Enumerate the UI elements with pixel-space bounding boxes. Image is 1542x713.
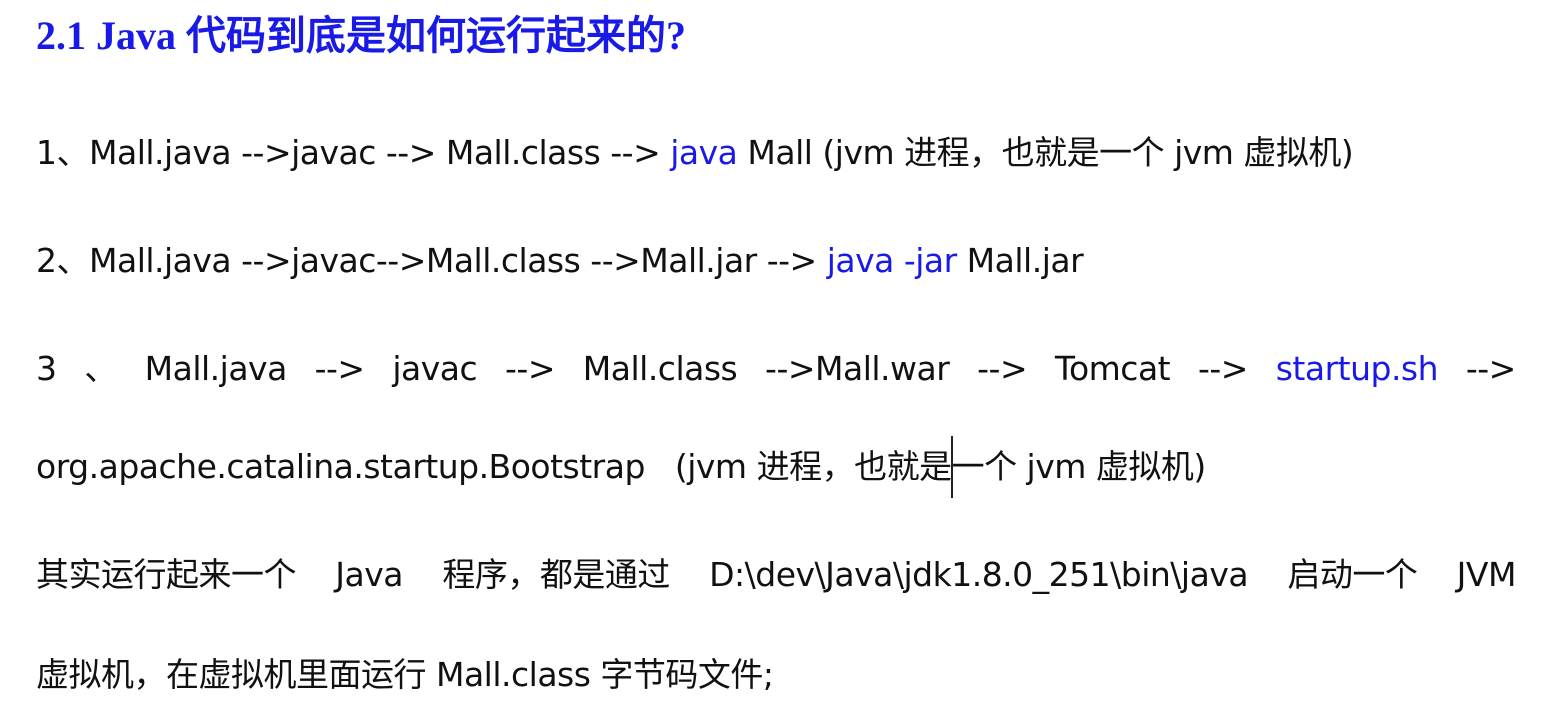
summary-token: 启动一个 bbox=[1287, 555, 1418, 594]
step-3-line: 3 、 Mall.java --> javac --> Mall.class -… bbox=[36, 344, 1516, 394]
step-3-token: -->Mall.war bbox=[765, 349, 950, 388]
step-3-token: --> bbox=[977, 349, 1028, 388]
section-heading: 2.1 Java 代码到底是如何运行起来的? bbox=[36, 13, 686, 58]
step-1-line: 1、Mall.java -->javac --> Mall.class --> … bbox=[36, 128, 1354, 178]
summary-token: Java bbox=[335, 555, 404, 594]
summary-token: 程序，都是通过 bbox=[442, 555, 670, 594]
step-2-java-jar-command: java -jar bbox=[826, 241, 958, 280]
step-3-token: Mall.class bbox=[582, 349, 738, 388]
step-3-continuation: org.apache.catalina.startup.Bootstrap (j… bbox=[36, 447, 1206, 486]
summary-token: JVM bbox=[1456, 555, 1517, 594]
step-3-token: --> bbox=[505, 349, 555, 388]
step-3-token: --> bbox=[314, 349, 365, 388]
text-cursor bbox=[951, 436, 953, 498]
step-3-token: 3 bbox=[36, 349, 57, 388]
step-3-token: --> bbox=[1197, 349, 1248, 388]
step-2-line: 2、Mall.java -->javac-->Mall.class -->Mal… bbox=[36, 236, 1084, 286]
jdk-path: D:\dev\Java\jdk1.8.0_251\bin\java bbox=[709, 555, 1249, 594]
document-page: 2.1 Java 代码到底是如何运行起来的? 1、Mall.java -->ja… bbox=[0, 0, 1542, 713]
step-3-end-arrow: --> bbox=[1465, 349, 1516, 388]
step-3-token: Tomcat bbox=[1054, 349, 1171, 388]
step-2-suffix: Mall.jar bbox=[956, 241, 1084, 280]
step-2-prefix: 2、Mall.java -->javac-->Mall.class -->Mal… bbox=[36, 241, 827, 280]
step-3-startup-command: startup.sh bbox=[1275, 349, 1439, 388]
step-3-token: 、 bbox=[84, 349, 117, 388]
step-1-suffix: Mall (jvm 进程，也就是一个 jvm 虚拟机) bbox=[737, 133, 1354, 172]
summary-line-2: 虚拟机，在虚拟机里面运行 Mall.class 字节码文件; bbox=[36, 655, 774, 694]
step-3-token: Mall.java bbox=[144, 349, 288, 388]
step-1-java-command: java bbox=[670, 133, 738, 172]
summary-token: 其实运行起来一个 bbox=[36, 555, 297, 594]
step-3-token: javac bbox=[392, 349, 478, 388]
step-1-prefix: 1、Mall.java -->javac --> Mall.class --> bbox=[36, 133, 671, 172]
summary-line-1: 其实运行起来一个 Java 程序，都是通过 D:\dev\Java\jdk1.8… bbox=[36, 550, 1516, 600]
